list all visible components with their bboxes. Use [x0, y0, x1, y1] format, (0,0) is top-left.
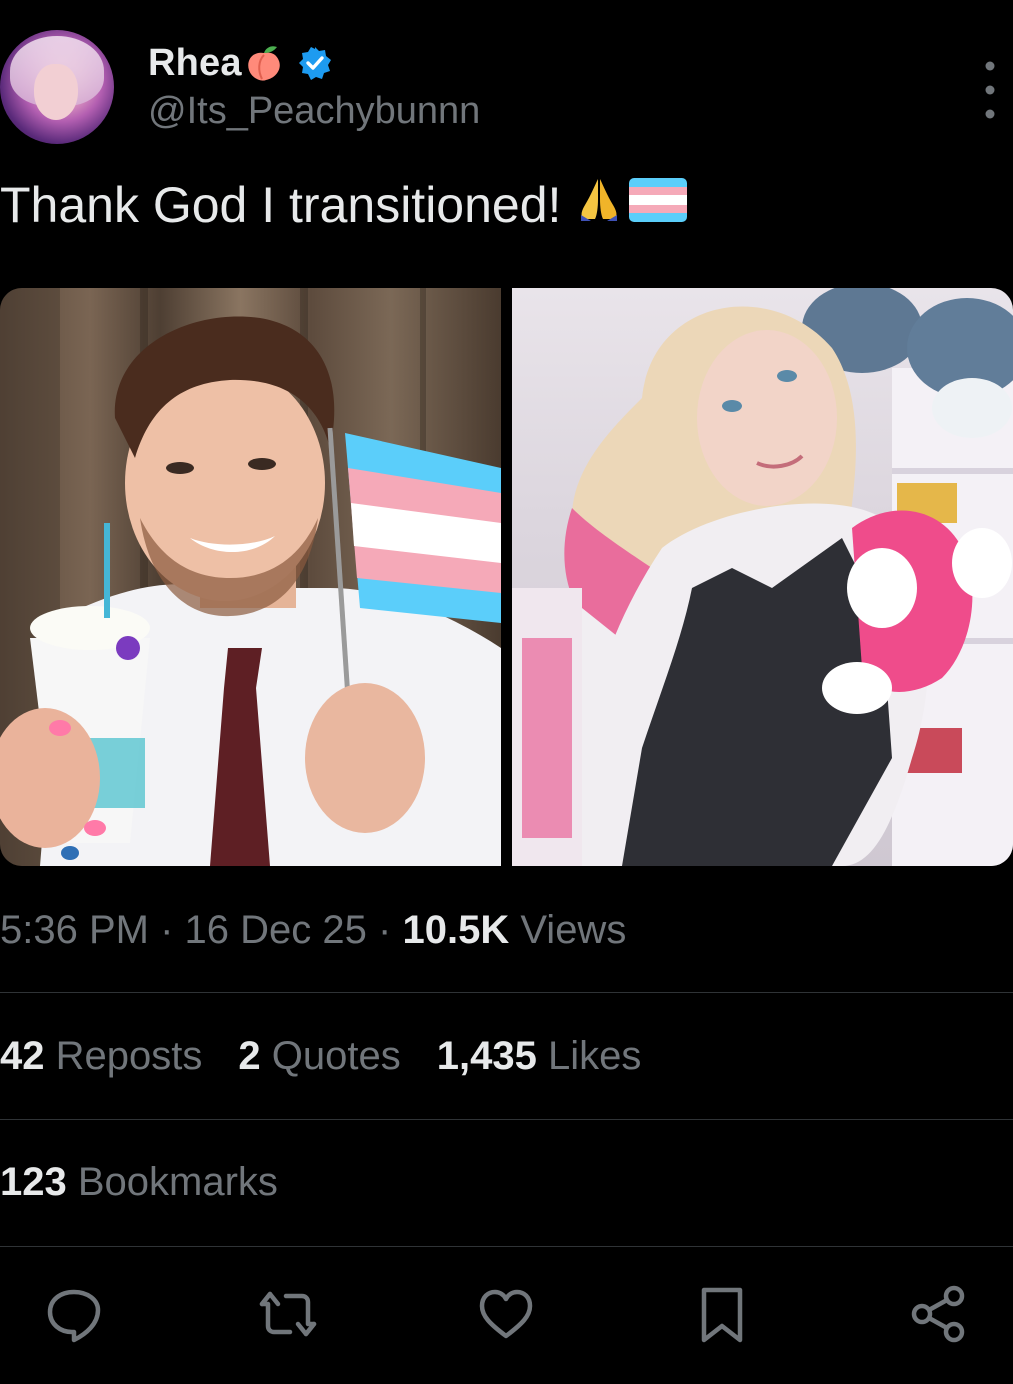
views-count: 10.5K	[402, 908, 510, 952]
more-options-icon[interactable]	[978, 58, 1002, 122]
reply-icon[interactable]	[44, 1284, 104, 1344]
divider	[0, 1119, 1013, 1120]
display-name[interactable]: Rhea	[148, 42, 242, 85]
folded-hands-icon	[575, 175, 623, 235]
separator-dot: ·	[160, 908, 174, 952]
likes-count: 1,435	[436, 1034, 537, 1078]
divider	[0, 992, 1013, 993]
tweet-text: Thank God I transitioned!	[0, 170, 688, 240]
avatar[interactable]	[0, 30, 114, 144]
views-label: Views	[520, 908, 627, 952]
peach-icon	[244, 43, 284, 83]
separator-dot-2: ·	[378, 908, 392, 952]
bookmarks-stat[interactable]: 123 Bookmarks	[0, 1160, 278, 1205]
reposts-stat[interactable]: 42 Reposts	[0, 1034, 202, 1079]
author-name-row[interactable]: Rhea	[148, 40, 332, 86]
engagement-row: 42 Reposts 2 Quotes 1,435 Likes	[0, 1034, 677, 1079]
photo-after[interactable]	[512, 288, 1013, 866]
tweet-date[interactable]: 16 Dec 25	[185, 908, 367, 952]
bookmark-icon[interactable]	[692, 1284, 752, 1344]
quotes-count: 2	[238, 1034, 261, 1078]
share-icon[interactable]	[908, 1284, 968, 1344]
repost-icon[interactable]	[258, 1284, 318, 1344]
reposts-label: Reposts	[55, 1034, 203, 1078]
bookmarks-count: 123	[0, 1160, 67, 1204]
likes-label: Likes	[547, 1034, 642, 1078]
likes-stat[interactable]: 1,435 Likes	[437, 1034, 642, 1079]
tweet-header: Rhea @Its_Peachybunnn	[0, 28, 1013, 148]
timestamp-row: 5:36 PM · 16 Dec 25 · 10.5K Views	[0, 908, 626, 953]
reposts-count: 42	[0, 1034, 45, 1078]
transgender-flag-icon	[629, 176, 688, 234]
avatar-face	[34, 64, 78, 120]
verified-badge-icon[interactable]	[298, 46, 332, 80]
tweet-text-content: Thank God I transitioned!	[0, 177, 562, 233]
photo-before[interactable]	[0, 288, 501, 866]
quotes-label: Quotes	[271, 1034, 401, 1078]
tweet-time[interactable]: 5:36 PM	[0, 908, 149, 952]
divider	[0, 1246, 1013, 1247]
bookmarks-label: Bookmarks	[77, 1160, 278, 1204]
like-icon[interactable]	[476, 1284, 536, 1344]
author-handle[interactable]: @Its_Peachybunnn	[148, 90, 480, 133]
tweet-media[interactable]	[0, 288, 1013, 866]
quotes-stat[interactable]: 2 Quotes	[238, 1034, 400, 1079]
